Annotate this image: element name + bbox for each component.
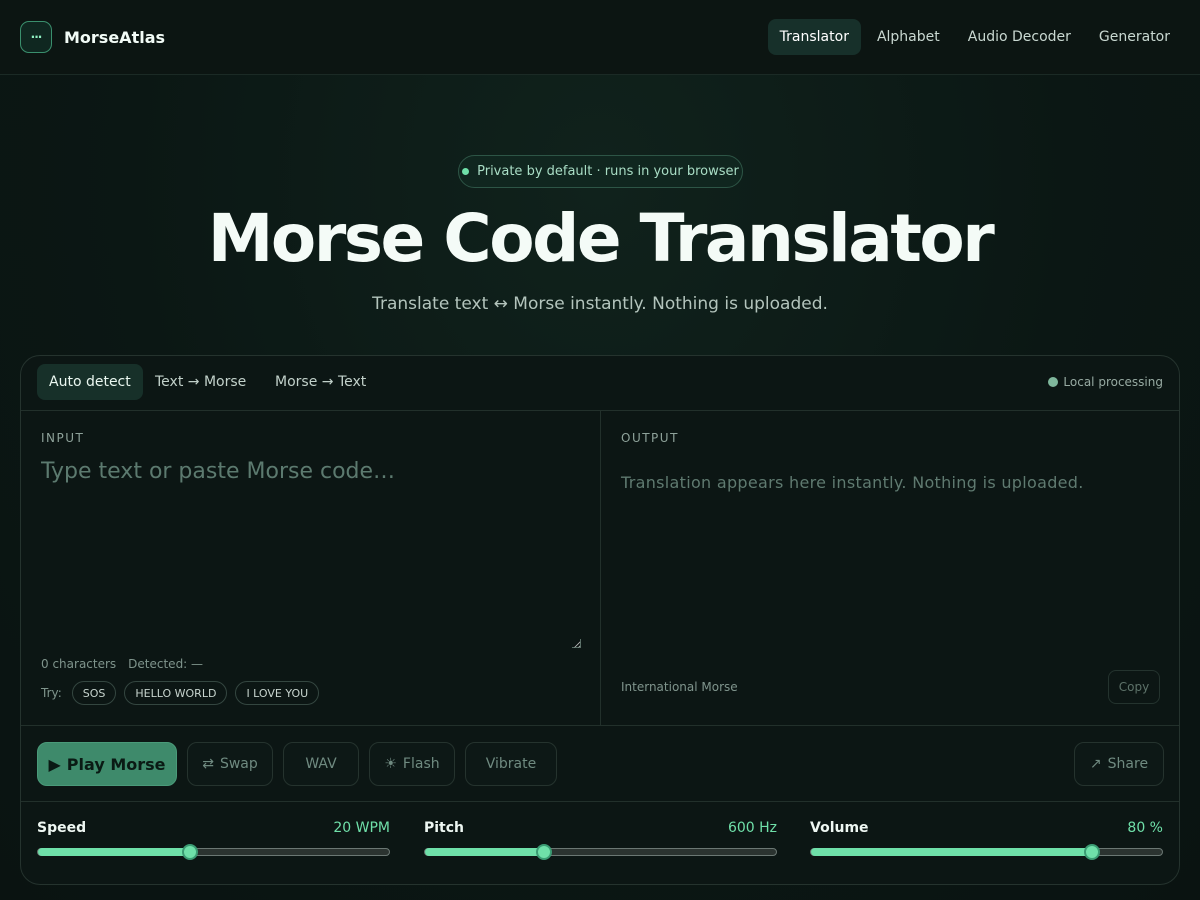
privacy-badge-text: Private by default · runs in your browse…: [477, 164, 739, 179]
input-pane: INPUT 0 characters Detected: — Try: SOS …: [21, 411, 601, 725]
nav-generator[interactable]: Generator: [1087, 19, 1182, 55]
sun-icon: ☀: [384, 756, 397, 772]
tab-text-to-morse[interactable]: Text → Morse: [143, 364, 258, 400]
speed-value: 20 WPM: [333, 820, 390, 836]
speed-slider-group: Speed 20 WPM: [37, 820, 390, 860]
swap-label: Swap: [219, 756, 258, 772]
volume-slider-group: Volume 80 %: [810, 820, 1163, 860]
action-bar: ▶ Play Morse ⇄ Swap WAV ☀ Flash Vibrate …: [21, 725, 1179, 802]
pitch-label: Pitch: [424, 820, 465, 836]
status-dot-icon: [1048, 377, 1059, 387]
volume-value: 80 %: [1127, 820, 1163, 836]
wav-label: WAV: [305, 756, 337, 772]
privacy-badge: Private by default · runs in your browse…: [458, 155, 743, 188]
swap-icon: ⇄: [202, 756, 214, 772]
detected-mode: Detected: —: [128, 657, 204, 671]
output-pane: OUTPUT Translation appears here instantl…: [601, 411, 1179, 725]
flash-button[interactable]: ☀ Flash: [369, 742, 455, 786]
pitch-slider-thumb[interactable]: [536, 844, 553, 860]
share-arrow-icon: ↗: [1089, 756, 1102, 772]
nav-translator[interactable]: Translator: [767, 19, 861, 55]
volume-label: Volume: [810, 820, 869, 836]
morse-standard: International Morse: [621, 680, 738, 694]
input-textarea[interactable]: [41, 459, 581, 649]
brand[interactable]: ··· MorseAtlas: [20, 21, 165, 53]
brand-name: MorseAtlas: [64, 27, 166, 47]
page-subtitle: Translate text ↔ Morse instantly. Nothin…: [372, 294, 828, 314]
speed-label: Speed: [37, 820, 87, 836]
play-morse-label: Play Morse: [66, 754, 166, 774]
example-chip-sos[interactable]: SOS: [71, 681, 117, 705]
speed-slider-thumb[interactable]: [181, 844, 198, 860]
vibrate-label: Vibrate: [485, 756, 537, 772]
pitch-slider[interactable]: [424, 844, 777, 860]
pitch-slider-group: Pitch 600 Hz: [424, 820, 777, 860]
status-dot-icon: [462, 168, 470, 175]
nav-audio-decoder[interactable]: Audio Decoder: [956, 19, 1083, 55]
input-meta: 0 characters Detected: —: [41, 657, 203, 671]
example-chip-hello-world[interactable]: HELLO WORLD: [124, 681, 228, 705]
try-label: Try:: [41, 686, 62, 700]
tab-auto-detect[interactable]: Auto detect: [37, 364, 143, 400]
logo-icon: ···: [20, 21, 52, 53]
output-label: OUTPUT: [621, 431, 679, 445]
play-icon: ▶: [48, 754, 61, 774]
volume-slider[interactable]: [810, 844, 1163, 860]
mode-tabs: Auto detect Text → Morse Morse → Text Lo…: [21, 356, 1179, 411]
nav-alphabet[interactable]: Alphabet: [865, 19, 952, 55]
tab-morse-to-text[interactable]: Morse → Text: [263, 364, 378, 400]
example-chips: Try: SOS HELLO WORLD I LOVE YOU: [41, 681, 320, 705]
top-bar: ··· MorseAtlas Translator Alphabet Audio…: [0, 0, 1200, 75]
page-title: Morse Code Translator: [207, 200, 995, 277]
wav-button[interactable]: WAV: [283, 742, 359, 786]
output-text[interactable]: Translation appears here instantly. Noth…: [621, 473, 1084, 492]
local-processing-label: Local processing: [1063, 375, 1163, 389]
share-label: Share: [1107, 756, 1149, 772]
swap-button[interactable]: ⇄ Swap: [187, 742, 273, 786]
flash-label: Flash: [402, 756, 440, 772]
play-morse-button[interactable]: ▶ Play Morse: [37, 742, 177, 786]
local-processing-status: Local processing: [1048, 375, 1163, 389]
volume-slider-thumb[interactable]: [1083, 844, 1100, 860]
example-chip-i-love-you[interactable]: I LOVE YOU: [235, 681, 320, 705]
translator-card: Auto detect Text → Morse Morse → Text Lo…: [20, 355, 1180, 885]
volume-slider-fill: [811, 848, 1092, 856]
copy-button[interactable]: Copy: [1108, 670, 1160, 704]
vibrate-button[interactable]: Vibrate: [465, 742, 557, 786]
main-nav: Translator Alphabet Audio Decoder Genera…: [767, 19, 1182, 55]
input-label: INPUT: [41, 431, 85, 445]
pitch-slider-fill: [425, 848, 545, 856]
char-count: 0 characters: [41, 657, 117, 671]
pitch-value: 600 Hz: [727, 820, 777, 836]
share-button[interactable]: ↗ Share: [1074, 742, 1164, 786]
resize-handle-icon[interactable]: [572, 639, 581, 648]
speed-slider[interactable]: [37, 844, 390, 860]
speed-slider-fill: [38, 848, 190, 856]
playback-settings: Speed 20 WPM Pitch 600 Hz Volume 80 %: [21, 802, 1179, 884]
